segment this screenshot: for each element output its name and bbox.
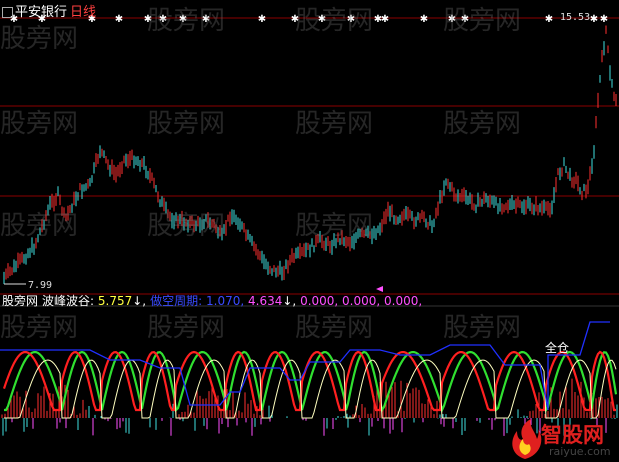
indicator-value-2: 1.070, [206, 294, 245, 308]
star-marker: ✱ [115, 14, 123, 25]
indicator-value-1: 5.757 [97, 294, 133, 308]
indicator-value-3: 4.634 [248, 294, 283, 308]
star-marker: ✱ [318, 14, 326, 25]
stock-chart-window: ✱ ✱ ✱ ✱ ✱ ✱ ✱ ✱ ✱ ✱ ✱ ✱ ✱ ✱ ✱ ✱ ✱ ✱ ✱ ✱ 平安银行 日线 15.53 7.99 股… [0, 0, 619, 462]
star-marker: ✱ [448, 14, 456, 25]
star-marker: ✱ [590, 14, 598, 25]
indicator-value-tail: 0.000, 0.000, 0.000, [300, 294, 423, 308]
star-marker: ✱ [545, 14, 553, 25]
flame-icon [512, 419, 542, 459]
star-marker: ✱ [347, 14, 355, 25]
signal-label: 全仓 [545, 341, 570, 355]
collapse-icon[interactable] [2, 7, 13, 18]
star-marker: ✱ [144, 14, 152, 25]
star-marker: ✱ [381, 14, 389, 25]
star-marker: ✱ [600, 14, 608, 25]
star-marker: ✱ [179, 14, 187, 25]
kline-chart[interactable]: ✱ ✱ ✱ ✱ ✱ ✱ ✱ ✱ ✱ ✱ ✱ ✱ ✱✱ ✱ ✱ ✱ ✱ ✱ ✱ [0, 0, 619, 462]
stock-name: 平安银行 [15, 5, 68, 20]
period-label[interactable]: 日线 [70, 5, 96, 20]
indicator-header: 股旁网 波峰波谷: 5.757↓, 做空周期: 1.070, 4.634↓, 0.0… [2, 292, 422, 309]
down-arrow-icon: ↓, [282, 294, 297, 308]
star-marker: ✱ [258, 14, 266, 25]
star-marker: ✱ [420, 14, 428, 25]
star-marker: ✱ [202, 14, 210, 25]
down-arrow-icon: ↓, [132, 294, 147, 308]
indicator-label-2: 做空周期: [150, 294, 203, 308]
star-marker: ✱ [159, 14, 167, 25]
indicator-name[interactable]: 股旁网 [2, 294, 38, 308]
logo-domain: raiyue.com [549, 445, 611, 458]
low-price-label: 7.99 [28, 280, 53, 291]
indicator-label-1: 波峰波谷: [42, 294, 95, 308]
star-marker: ✱ [291, 14, 299, 25]
chart-title: 平安银行 日线 [2, 1, 96, 20]
site-logo: 智股网 raiyue.com [505, 417, 619, 462]
star-marker: ✱ [461, 14, 469, 25]
high-price-label: 15.53 [560, 12, 591, 23]
